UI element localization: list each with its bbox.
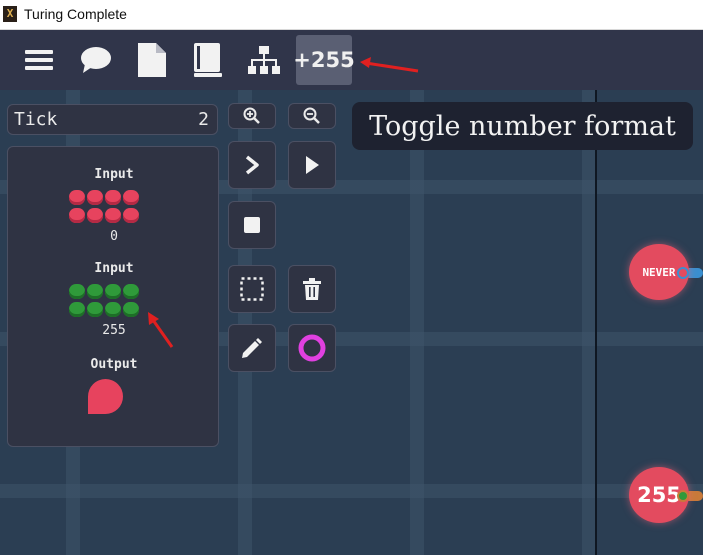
bit-switch[interactable] — [69, 302, 85, 317]
zoom-out-icon — [303, 107, 320, 124]
output-label: Output — [90, 357, 138, 372]
bit-switch[interactable] — [87, 208, 103, 223]
window-titlebar: X Turing Complete — [0, 0, 703, 30]
menu-icon — [25, 50, 53, 70]
bit-switch[interactable] — [87, 284, 103, 299]
select-icon — [240, 277, 264, 301]
bit-switch[interactable] — [105, 190, 121, 205]
tick-label: Tick — [14, 109, 58, 130]
bit-switch[interactable] — [69, 190, 85, 205]
input1-value: 0 — [110, 229, 118, 244]
toggle-number-format-button[interactable]: +255 — [293, 35, 355, 85]
bit-switch[interactable] — [123, 190, 139, 205]
chat-button[interactable] — [76, 30, 116, 90]
chat-icon — [81, 47, 111, 73]
window-title: Turing Complete — [24, 6, 127, 22]
delete-icon — [303, 278, 321, 300]
menu-button[interactable] — [19, 30, 59, 90]
hierarchy-icon — [248, 46, 280, 74]
color-picker-button[interactable] — [288, 324, 336, 372]
tick-counter: Tick 2 — [7, 104, 218, 135]
tick-value: 2 — [198, 109, 209, 130]
canvas-boundary-line — [595, 90, 597, 555]
bit-switch[interactable] — [123, 284, 139, 299]
document-icon — [138, 43, 166, 77]
step-icon — [245, 155, 259, 175]
input1-bit-switches[interactable] — [69, 190, 143, 224]
hierarchy-button[interactable] — [244, 30, 284, 90]
bit-switch[interactable] — [87, 190, 103, 205]
book-button[interactable] — [188, 30, 228, 90]
bit-switch[interactable] — [123, 302, 139, 317]
book-icon — [194, 43, 222, 77]
bit-switch[interactable] — [87, 302, 103, 317]
bit-switch[interactable] — [105, 284, 121, 299]
pencil-icon — [242, 338, 262, 358]
delete-button[interactable] — [288, 265, 336, 313]
bit-switch[interactable] — [105, 208, 121, 223]
stop-button[interactable] — [228, 201, 276, 249]
io-panel: Input 0 Input 255 Output — [7, 146, 219, 447]
input2-value: 255 — [102, 323, 126, 338]
bit-switch[interactable] — [123, 208, 139, 223]
input1-label: Input — [94, 167, 134, 182]
node-pin[interactable] — [677, 490, 689, 502]
tooltip: Toggle number format — [352, 102, 693, 150]
bit-switch[interactable] — [105, 302, 121, 317]
circle-icon — [298, 334, 326, 362]
stop-icon — [244, 217, 260, 233]
input2-bit-switches[interactable] — [69, 284, 143, 318]
zoom-in-icon — [243, 107, 260, 124]
output-indicator — [88, 379, 123, 414]
zoom-in-button[interactable] — [228, 103, 276, 129]
input2-label: Input — [94, 261, 134, 276]
node-pin[interactable] — [677, 267, 689, 279]
annotation-arrow-icon — [360, 57, 419, 73]
annotation-arrow-icon — [148, 312, 174, 348]
zoom-out-button[interactable] — [288, 103, 336, 129]
document-button[interactable] — [132, 30, 172, 90]
step-button[interactable] — [228, 141, 276, 189]
bit-switch[interactable] — [69, 208, 85, 223]
app-logo-icon: X — [3, 6, 17, 22]
play-icon — [306, 156, 319, 174]
select-button[interactable] — [228, 265, 276, 313]
play-button[interactable] — [288, 141, 336, 189]
pencil-button[interactable] — [228, 324, 276, 372]
bit-switch[interactable] — [69, 284, 85, 299]
